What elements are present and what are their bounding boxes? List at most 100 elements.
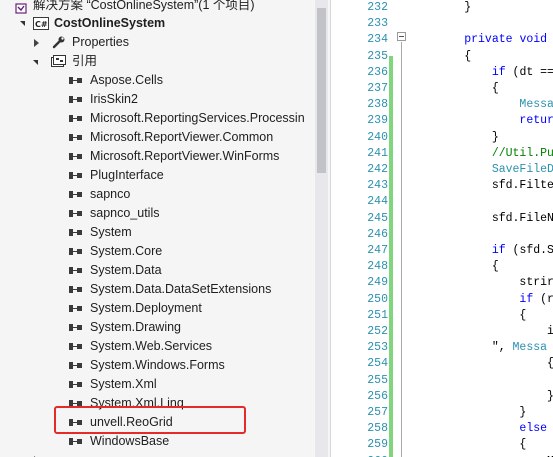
- reference-item[interactable]: System.Web.Services: [0, 337, 315, 356]
- line-number: 242: [367, 163, 388, 176]
- assembly-reference-icon: [69, 210, 83, 217]
- expand-arrow-icon[interactable]: [20, 21, 25, 26]
- tree-row-properties[interactable]: Properties: [0, 33, 315, 52]
- references-label: 引用: [72, 54, 98, 68]
- reference-item[interactable]: sapnco: [0, 185, 315, 204]
- code-line[interactable]: ", Messa: [409, 340, 547, 356]
- line-number: 243: [367, 179, 388, 193]
- line-number: 255: [367, 373, 388, 387]
- code-line[interactable]: {: [409, 81, 499, 97]
- assembly-reference-icon: [69, 191, 83, 198]
- line-number: 247: [367, 244, 388, 257]
- line-number: 238: [367, 98, 388, 112]
- line-number: 245: [367, 211, 388, 225]
- reference-item[interactable]: System.Drawing: [0, 318, 315, 337]
- reference-item[interactable]: System.Windows.Forms: [0, 356, 315, 375]
- line-number: 241: [367, 146, 388, 160]
- reference-item[interactable]: PlugInterface: [0, 166, 315, 185]
- code-line[interactable]: retur: [409, 113, 553, 129]
- code-line[interactable]: }: [409, 130, 499, 146]
- reference-label: Microsoft.ReportViewer.WinForms: [90, 149, 280, 163]
- line-number: 251: [367, 308, 388, 322]
- reference-label: System.Windows.Forms: [90, 358, 225, 372]
- code-editor[interactable]: 232 233 234 235 236 237 238 239 240 241 242 243 244 2…: [330, 0, 553, 457]
- code-line[interactable]: {: [409, 49, 471, 65]
- line-number: 237: [367, 82, 388, 95]
- reference-item[interactable]: System.Data.DataSetExtensions: [0, 280, 315, 299]
- reference-item[interactable]: IrisSkin2: [0, 90, 315, 109]
- reference-label: Aspose.Cells: [90, 73, 163, 87]
- code-line[interactable]: i: [409, 324, 553, 340]
- tree-row-references[interactable]: 引用: [0, 52, 315, 71]
- reference-item[interactable]: Aspose.Cells: [0, 71, 315, 90]
- expand-arrow-icon[interactable]: [33, 60, 38, 65]
- reference-item[interactable]: WindowsBase: [0, 432, 315, 451]
- reference-label: System.Data: [90, 263, 162, 277]
- reference-item[interactable]: System: [0, 223, 315, 242]
- scrollbar-thumb[interactable]: [317, 8, 326, 173]
- collapse-region-icon[interactable]: [397, 32, 406, 41]
- assembly-reference-icon: [69, 362, 83, 369]
- svg-text:C#: C#: [35, 20, 48, 29]
- reference-label: Microsoft.ReportingServices.Processin: [90, 111, 305, 125]
- tree-row-next-partial[interactable]: [0, 450, 315, 457]
- line-number: 246: [367, 227, 388, 241]
- code-line[interactable]: if (r: [409, 292, 553, 308]
- line-number: 260: [331, 454, 388, 457]
- reference-item[interactable]: System.Data: [0, 261, 315, 280]
- code-line[interactable]: }: [409, 389, 553, 405]
- code-line[interactable]: M: [409, 454, 553, 457]
- code-line[interactable]: sfd.FileN: [409, 211, 553, 227]
- line-number: 254: [367, 357, 388, 371]
- reference-item[interactable]: Microsoft.ReportViewer.WinForms: [0, 147, 315, 166]
- assembly-reference-icon: [69, 115, 83, 122]
- code-line[interactable]: strir: [409, 275, 553, 291]
- code-line[interactable]: Messa: [409, 97, 553, 113]
- code-line[interactable]: {: [409, 356, 553, 372]
- code-line[interactable]: else: [409, 421, 547, 437]
- reference-item[interactable]: System.Xml: [0, 375, 315, 394]
- code-line[interactable]: }: [409, 405, 526, 421]
- code-line[interactable]: if (sfd.S: [409, 243, 553, 259]
- line-number: 256: [367, 389, 388, 403]
- assembly-reference-icon: [69, 172, 83, 179]
- tree-row-project[interactable]: C# CostOnlineSystem: [0, 14, 315, 33]
- code-line[interactable]: private void: [409, 32, 547, 48]
- code-line[interactable]: sfd.Filte: [409, 178, 553, 194]
- assembly-reference-icon: [69, 267, 83, 274]
- reference-item[interactable]: Microsoft.ReportViewer.Common: [0, 128, 315, 147]
- code-line[interactable]: if (dt ==: [409, 65, 553, 81]
- assembly-reference-icon: [69, 96, 83, 103]
- assembly-reference-icon: [69, 381, 83, 388]
- line-number: 248: [367, 260, 388, 274]
- reference-item[interactable]: System.Core: [0, 242, 315, 261]
- reference-label: System.Data.DataSetExtensions: [90, 282, 272, 296]
- reference-item[interactable]: Microsoft.ReportingServices.Processin: [0, 109, 315, 128]
- solution-icon: [15, 1, 27, 14]
- assembly-reference-icon: [69, 229, 83, 236]
- reference-label: PlugInterface: [90, 168, 164, 182]
- code-line[interactable]: {: [409, 437, 526, 453]
- reference-label: System.Web.Services: [90, 339, 213, 353]
- line-number: 257: [367, 406, 388, 419]
- assembly-reference-icon: [69, 77, 83, 84]
- solution-explorer: 解决方案 “CostOnlineSystem”(1 个项目) C# CostOn…: [0, 0, 330, 457]
- reference-item[interactable]: System.Deployment: [0, 299, 315, 318]
- reference-label: System.Xml: [90, 377, 157, 391]
- code-line[interactable]: //Util.Pu: [409, 146, 553, 162]
- reference-label: System.Drawing: [90, 320, 181, 334]
- reference-label: sapnco_utils: [90, 206, 160, 220]
- code-line[interactable]: {: [409, 259, 499, 275]
- tree-row-solution[interactable]: 解决方案 “CostOnlineSystem”(1 个项目): [0, 0, 315, 15]
- code-line[interactable]: SaveFileD: [409, 162, 553, 178]
- assembly-reference-icon: [69, 286, 83, 293]
- reference-label: System.Deployment: [90, 301, 202, 315]
- code-line[interactable]: }: [409, 0, 471, 16]
- line-number: 253: [367, 341, 388, 355]
- code-line[interactable]: {: [409, 308, 526, 324]
- assembly-reference-icon: [69, 248, 83, 255]
- reference-item[interactable]: sapnco_utils: [0, 204, 315, 223]
- line-number: 232: [367, 1, 388, 14]
- project-name: CostOnlineSystem: [54, 16, 166, 30]
- collapse-arrow-icon[interactable]: [34, 39, 39, 47]
